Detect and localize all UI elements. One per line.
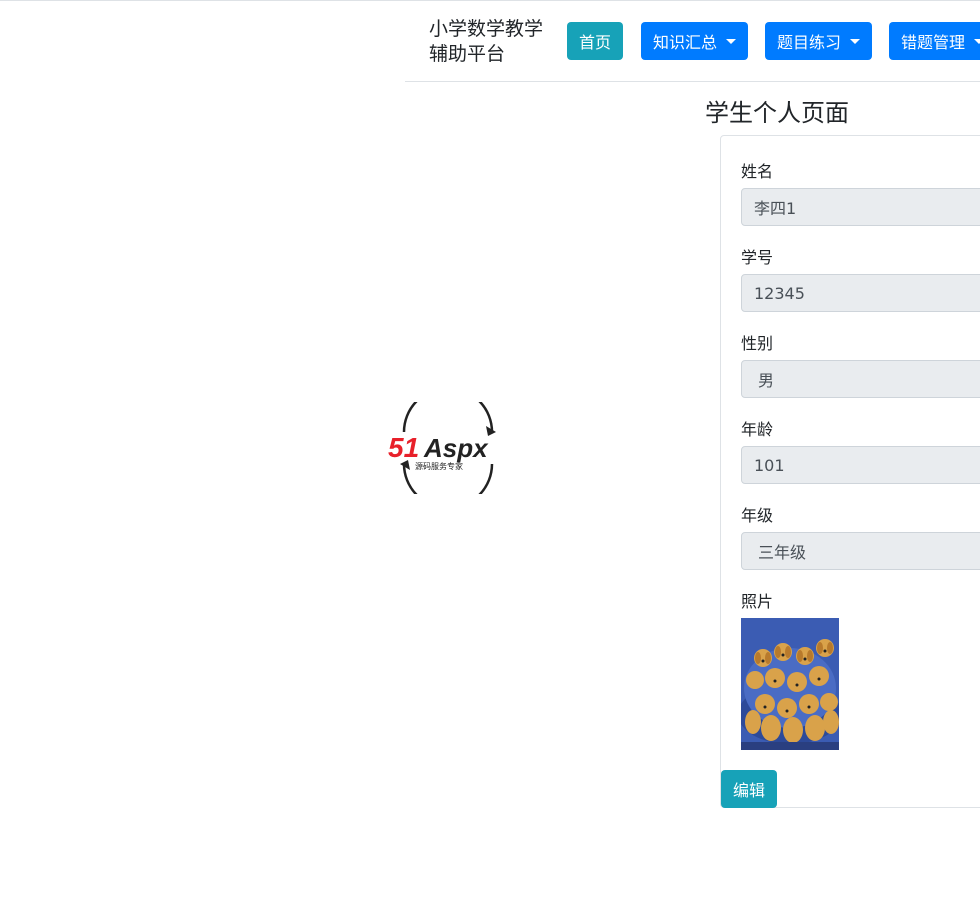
mistakes-menu-label: 错题管理 — [901, 33, 966, 52]
edit-button[interactable]: 编辑 — [721, 770, 778, 808]
age-field[interactable]: 101 — [741, 446, 980, 484]
grade-select[interactable]: 三年级 — [741, 532, 980, 570]
page-title: 学生个人页面 — [705, 99, 849, 127]
name-field[interactable]: 李四1 — [741, 188, 980, 226]
student-photo — [741, 618, 839, 750]
practice-menu-label: 题目练习 — [777, 33, 842, 52]
caret-down-icon — [726, 38, 737, 44]
home-button-label: 首页 — [579, 33, 612, 52]
caret-down-icon — [974, 38, 980, 44]
caret-down-icon — [850, 38, 861, 44]
logo-emblem: 51 Aspx 源码服务专家 — [388, 386, 496, 510]
logo-text-aspx: Aspx — [423, 433, 489, 463]
edit-button-label: 编辑 — [733, 781, 766, 800]
brand-title[interactable]: 小学数学教学辅助平台 — [429, 17, 559, 67]
age-value: 101 — [754, 455, 785, 475]
practice-menu-button[interactable]: 题目练习 — [765, 22, 873, 60]
gender-select[interactable]: 男 — [741, 360, 980, 398]
student-id-label: 学号 — [741, 248, 774, 267]
gender-value: 男 — [758, 371, 775, 390]
grade-label: 年级 — [741, 506, 774, 525]
puppies-image — [741, 618, 839, 750]
mistakes-menu-button[interactable]: 错题管理 — [889, 22, 980, 60]
age-label: 年龄 — [741, 420, 774, 439]
logo-text-51: 51 — [388, 432, 419, 463]
site-logo: 51 Aspx 源码服务专家 — [386, 386, 512, 510]
name-label: 姓名 — [741, 162, 774, 181]
gender-label: 性别 — [741, 334, 774, 353]
navbar: 小学数学教学辅助平台 首页 知识汇总 题目练习 错题管理 — [405, 1, 980, 82]
student-id-value: 12345 — [754, 283, 805, 303]
logo-tagline: 源码服务专家 — [415, 461, 463, 471]
name-value: 李四1 — [754, 199, 797, 218]
student-id-field[interactable]: 12345 — [741, 274, 980, 312]
grade-value: 三年级 — [758, 543, 807, 562]
knowledge-menu-label: 知识汇总 — [653, 33, 718, 52]
home-button[interactable]: 首页 — [567, 22, 624, 60]
photo-label: 照片 — [741, 592, 774, 611]
knowledge-menu-button[interactable]: 知识汇总 — [641, 22, 749, 60]
